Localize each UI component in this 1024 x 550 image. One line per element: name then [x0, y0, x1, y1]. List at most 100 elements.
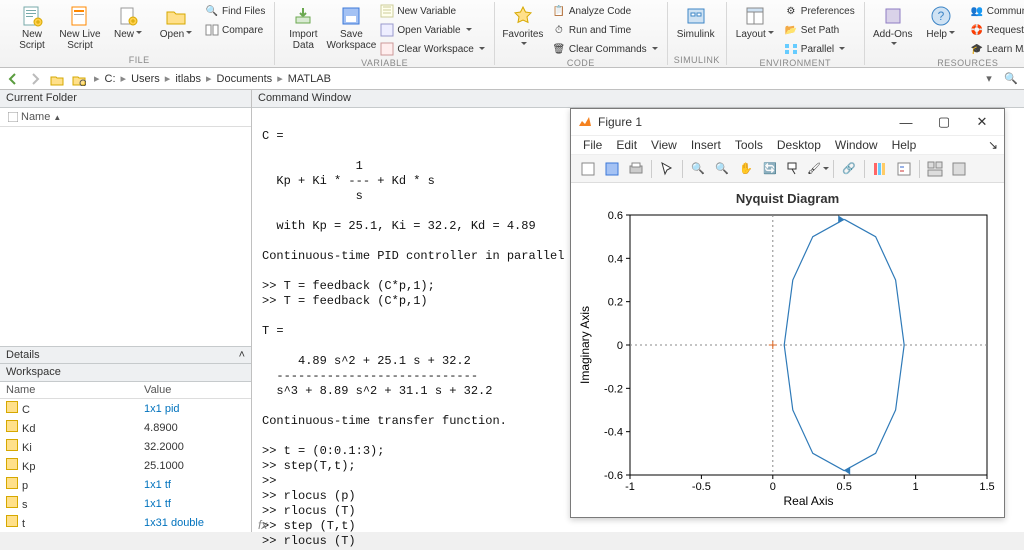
help-icon: ?	[929, 4, 953, 28]
crumb-documents[interactable]: Documents	[214, 73, 276, 85]
simulink-icon	[684, 4, 708, 28]
panel-title-currentfolder[interactable]: Current Folder	[0, 90, 251, 108]
panel-title-workspace[interactable]: Workspace	[0, 364, 251, 382]
new-variable-button[interactable]: New Variable	[377, 2, 488, 20]
current-folder-list[interactable]	[0, 127, 251, 346]
save-workspace-button[interactable]: Save Workspace	[329, 2, 373, 51]
workspace-row[interactable]: Kp25.1000	[0, 456, 251, 475]
figure-toolbar: 🔍 🔍 ✋ 🔄 🖌 🔗	[571, 155, 1004, 183]
pan-button[interactable]: ✋	[735, 158, 757, 180]
crumb-users[interactable]: Users	[128, 73, 163, 85]
figure-menu-edit[interactable]: Edit	[610, 137, 643, 153]
compare-button[interactable]: Compare	[202, 21, 268, 39]
brush-button[interactable]: 🖌	[807, 158, 829, 180]
panel-title-commandwindow[interactable]: Command Window	[252, 90, 1024, 108]
link-button[interactable]: 🔗	[838, 158, 860, 180]
crumb-matlab[interactable]: MATLAB	[285, 73, 334, 85]
clear-workspace-button[interactable]: Clear Workspace	[377, 40, 488, 58]
group-label: FILE	[10, 55, 268, 65]
group-label: CODE	[501, 58, 661, 68]
new-script-button[interactable]: New Script	[10, 2, 54, 51]
nyquist-plot[interactable]: -1-0.500.511.5-0.6-0.4-0.200.20.40.6Real…	[575, 210, 1002, 510]
set-path-button[interactable]: 📂Set Path	[781, 21, 858, 39]
workspace-row[interactable]: t1x31 double	[0, 513, 251, 532]
new-livescript-button[interactable]: New Live Script	[58, 2, 102, 51]
workspace-row[interactable]: Kd4.8900	[0, 418, 251, 437]
path-dropdown-button[interactable]: ▾	[980, 71, 998, 87]
hide-tools-button[interactable]	[948, 158, 970, 180]
layout-icon	[743, 4, 767, 28]
zoom-out-button[interactable]: 🔍	[711, 158, 733, 180]
parallel-button[interactable]: Parallel	[781, 40, 858, 58]
ws-header-value[interactable]: Value	[138, 382, 251, 399]
layout-button[interactable]: Layout	[733, 2, 777, 40]
figure-window[interactable]: Figure 1 — ▢ ✕ FileEditViewInsertToolsDe…	[570, 108, 1005, 518]
workspace-table[interactable]: Name Value C1x1 pidKd4.8900Ki32.2000Kp25…	[0, 382, 251, 532]
figure-axes[interactable]: Nyquist Diagram -1-0.500.511.5-0.6-0.4-0…	[571, 183, 1004, 517]
maximize-button[interactable]: ▢	[928, 111, 960, 133]
help-button[interactable]: ? Help	[919, 2, 963, 40]
figure-menu-help[interactable]: Help	[886, 137, 923, 153]
rotate-button[interactable]: 🔄	[759, 158, 781, 180]
group-variable: Import Data Save Workspace New Variable …	[275, 2, 495, 65]
back-button[interactable]	[4, 71, 22, 87]
crumb-drive[interactable]: C:	[102, 73, 119, 85]
forward-button[interactable]	[26, 71, 44, 87]
new-figure-button[interactable]	[577, 158, 599, 180]
open-variable-button[interactable]: Open Variable	[377, 21, 488, 39]
zoom-in-button[interactable]: 🔍	[687, 158, 709, 180]
up-folder-button[interactable]	[48, 71, 66, 87]
restore-arrow-icon[interactable]: ↘	[988, 138, 998, 152]
figure-menu-desktop[interactable]: Desktop	[771, 137, 827, 153]
svg-text:0.2: 0.2	[608, 297, 623, 309]
label: Save Workspace	[326, 29, 376, 51]
preferences-button[interactable]: ⚙Preferences	[781, 2, 858, 20]
import-icon	[291, 4, 315, 28]
support-icon: 🛟	[970, 23, 984, 37]
figure-titlebar[interactable]: Figure 1 — ▢ ✕	[571, 109, 1004, 135]
figure-menu-file[interactable]: File	[577, 137, 608, 153]
community-button[interactable]: 👥Community	[967, 2, 1024, 20]
open-button[interactable]: Open	[154, 2, 198, 40]
search-button[interactable]: 🔍	[1002, 71, 1020, 87]
minimize-button[interactable]: —	[890, 111, 922, 133]
save-icon	[339, 4, 363, 28]
workspace-panel: Name Value C1x1 pidKd4.8900Ki32.2000Kp25…	[0, 382, 251, 532]
save-figure-button[interactable]	[601, 158, 623, 180]
svg-text:-0.2: -0.2	[604, 383, 623, 395]
pointer-button[interactable]	[656, 158, 678, 180]
figure-menu-insert[interactable]: Insert	[685, 137, 727, 153]
colorbar-button[interactable]	[869, 158, 891, 180]
figure-menu-window[interactable]: Window	[829, 137, 884, 153]
simulink-button[interactable]: Simulink	[674, 2, 718, 40]
data-cursor-button[interactable]	[783, 158, 805, 180]
workspace-row[interactable]: Ki32.2000	[0, 437, 251, 456]
browse-button[interactable]	[70, 71, 88, 87]
path-breadcrumb[interactable]: ▸ C: ▸ Users ▸ itlabs ▸ Documents ▸ MATL…	[92, 72, 976, 85]
clear-commands-button[interactable]: 🗑Clear Commands	[549, 40, 661, 58]
find-files-button[interactable]: 🔍Find Files	[202, 2, 268, 20]
workspace-row[interactable]: C1x1 pid	[0, 399, 251, 419]
crumb-user[interactable]: itlabs	[172, 73, 204, 85]
import-data-button[interactable]: Import Data	[281, 2, 325, 51]
legend-button[interactable]	[893, 158, 915, 180]
figure-menu-tools[interactable]: Tools	[729, 137, 769, 153]
new-button[interactable]: New	[106, 2, 150, 40]
fx-prompt[interactable]: fx	[252, 518, 273, 532]
addons-button[interactable]: Add-Ons	[871, 2, 915, 51]
panel-title-details[interactable]: Details ˄	[0, 346, 251, 364]
cf-column-header[interactable]: Name ▲	[0, 108, 251, 127]
plot-tools-button[interactable]	[924, 158, 946, 180]
run-time-button[interactable]: ⏱Run and Time	[549, 21, 661, 39]
workspace-row[interactable]: p1x1 tf	[0, 475, 251, 494]
learn-matlab-button[interactable]: 🎓Learn MATLAB	[967, 40, 1024, 58]
request-support-button[interactable]: 🛟Request Support	[967, 21, 1024, 39]
workspace-row[interactable]: s1x1 tf	[0, 494, 251, 513]
ws-header-name[interactable]: Name	[0, 382, 138, 399]
figure-menu-view[interactable]: View	[645, 137, 683, 153]
analyze-code-button[interactable]: 📋Analyze Code	[549, 2, 661, 20]
close-button[interactable]: ✕	[966, 111, 998, 133]
favorites-button[interactable]: Favorites	[501, 2, 545, 51]
print-button[interactable]	[625, 158, 647, 180]
group-label: ENVIRONMENT	[733, 58, 858, 68]
